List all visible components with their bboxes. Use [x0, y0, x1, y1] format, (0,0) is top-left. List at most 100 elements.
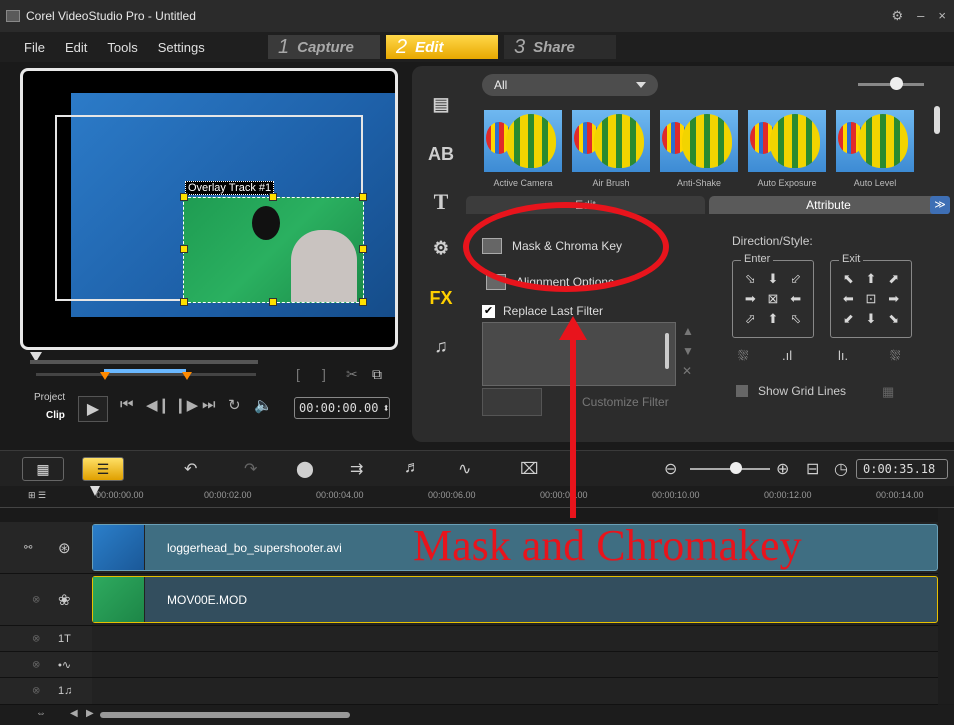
- redo-icon[interactable]: ↷: [244, 459, 257, 479]
- show-grid-lines-checkbox[interactable]: Show Grid Lines: [736, 384, 846, 398]
- zoom-out-icon[interactable]: ⊖: [664, 459, 677, 479]
- tab-attribute[interactable]: Attribute: [709, 196, 948, 214]
- lock-icon[interactable]: ⊗: [32, 594, 40, 605]
- overlay-clip[interactable]: MOV00E.MOD: [92, 576, 938, 623]
- filter-preset-dropdown[interactable]: [482, 388, 542, 416]
- arrow-icon[interactable]: ⬂: [739, 271, 762, 287]
- step-edit[interactable]: 2 Edit: [386, 35, 498, 59]
- step-capture[interactable]: 1 Capture: [268, 35, 380, 59]
- audio-waveform-icon[interactable]: ∿: [458, 459, 471, 479]
- arrow-icon[interactable]: ➡: [882, 291, 905, 307]
- no-motion-icon[interactable]: ⊡: [860, 291, 883, 307]
- undo-icon[interactable]: ↶: [184, 459, 197, 479]
- music-track-header[interactable]: ⊗ 1♫: [0, 678, 92, 705]
- volume-icon[interactable]: 🔈: [254, 396, 273, 414]
- preview-scrub-bar[interactable]: [30, 360, 258, 364]
- spin-arrows-icon[interactable]: ⬍: [382, 401, 389, 415]
- timeline-vertical-scrollbar[interactable]: [938, 508, 954, 704]
- resize-handle[interactable]: [269, 298, 277, 306]
- filter-thumbnail[interactable]: [748, 110, 826, 172]
- filter-list-scrollbar[interactable]: [665, 333, 669, 369]
- video-track-header[interactable]: ⚯ ⊛: [0, 522, 92, 574]
- grid-settings-icon[interactable]: ▦: [882, 384, 894, 400]
- filter-thumbnail[interactable]: [836, 110, 914, 172]
- repeat-icon[interactable]: ↻: [228, 396, 241, 414]
- library-scrollbar[interactable]: [934, 106, 940, 134]
- resize-handle[interactable]: [359, 298, 367, 306]
- overlay-track-header[interactable]: ⊗ ❀: [0, 574, 92, 626]
- mark-out-icon[interactable]: ]: [322, 366, 326, 382]
- fit-project-icon[interactable]: ⊟: [806, 459, 819, 479]
- resize-handle[interactable]: [180, 298, 188, 306]
- menu-edit[interactable]: Edit: [65, 40, 87, 55]
- thumbnail-size-knob[interactable]: [890, 77, 903, 90]
- zoom-to-fit-icon[interactable]: ⇔: [36, 708, 46, 719]
- filter-thumbnail[interactable]: [660, 110, 738, 172]
- zoom-in-icon[interactable]: ⊕: [776, 459, 789, 479]
- preview-timecode[interactable]: 00:00:00.00 ⬍: [294, 397, 390, 419]
- play-button[interactable]: ▶: [78, 396, 108, 422]
- arrow-icon[interactable]: ⬀: [739, 311, 762, 327]
- scroll-left-icon[interactable]: ◀: [70, 708, 78, 719]
- timeline-playhead[interactable]: [90, 486, 100, 498]
- remove-filter-icon[interactable]: ✕: [682, 364, 692, 378]
- music-track[interactable]: [92, 678, 938, 705]
- volume-ramp-down-icon[interactable]: lı.: [838, 348, 848, 363]
- arrow-icon[interactable]: ⬅: [837, 291, 860, 307]
- volume-ramp-up-icon[interactable]: .ıl: [782, 348, 792, 363]
- mark-in-icon[interactable]: [: [296, 366, 300, 382]
- resize-handle[interactable]: [180, 193, 188, 201]
- filter-thumbnail[interactable]: [484, 110, 562, 172]
- timeline-horizontal-scrollbar[interactable]: [100, 712, 350, 718]
- transition-icon[interactable]: AB: [428, 142, 454, 166]
- step-share[interactable]: 3 Share: [504, 35, 616, 59]
- lock-icon[interactable]: ⊗: [32, 686, 40, 697]
- arrow-icon[interactable]: ⬊: [882, 311, 905, 327]
- title-track[interactable]: [92, 626, 938, 652]
- track-manager-icon[interactable]: ⊞ ☰: [28, 490, 46, 501]
- auto-music-icon[interactable]: ♬: [404, 459, 420, 477]
- arrow-icon[interactable]: ⬃: [784, 271, 807, 287]
- mark-in-handle[interactable]: [100, 372, 110, 380]
- ripple-edit-icon[interactable]: ⚯: [24, 542, 32, 553]
- no-motion-icon[interactable]: ⊠: [762, 291, 785, 307]
- library-category-dropdown[interactable]: All: [482, 74, 658, 96]
- move-up-icon[interactable]: ▲: [682, 324, 694, 338]
- menu-settings[interactable]: Settings: [158, 40, 205, 55]
- motion-track-icon[interactable]: ⌧: [520, 459, 538, 479]
- customize-filter-button[interactable]: Customize Filter: [582, 395, 669, 409]
- project-mode-label[interactable]: Project: [34, 392, 65, 403]
- arrow-icon[interactable]: ⬁: [784, 311, 807, 327]
- media-library-icon[interactable]: ▤: [428, 92, 454, 116]
- voice-track-header[interactable]: ⊗ •∿: [0, 652, 92, 678]
- arrow-icon[interactable]: ⬉: [837, 271, 860, 287]
- overlay-clip-preview[interactable]: [183, 197, 364, 303]
- settings-icon[interactable]: ⚙: [892, 8, 904, 24]
- arrow-icon[interactable]: ➡: [739, 291, 762, 307]
- arrow-icon[interactable]: ⬆: [860, 271, 883, 287]
- record-capture-icon[interactable]: ⬤: [296, 459, 314, 479]
- arrow-icon[interactable]: ⬆: [762, 311, 785, 327]
- fade-out-icon[interactable]: ⛆: [890, 348, 900, 364]
- resize-handle[interactable]: [269, 193, 277, 201]
- sound-mixer-icon[interactable]: ⇉: [350, 459, 363, 479]
- arrow-icon[interactable]: ⬈: [882, 271, 905, 287]
- minimize-button[interactable]: –: [917, 8, 924, 24]
- scroll-right-icon[interactable]: ▶: [86, 708, 94, 719]
- trim-bar[interactable]: [36, 373, 256, 376]
- resize-handle[interactable]: [359, 245, 367, 253]
- mark-out-handle[interactable]: [182, 372, 192, 380]
- previous-frame-icon[interactable]: ◀❙: [146, 396, 170, 414]
- timeline-view-button[interactable]: ☰: [82, 457, 124, 481]
- end-icon[interactable]: ⏭: [202, 396, 216, 413]
- fade-in-icon[interactable]: ⛆: [738, 348, 748, 364]
- timeline-zoom-knob[interactable]: [730, 462, 742, 474]
- title-track-header[interactable]: ⊗ 1T: [0, 626, 92, 652]
- next-frame-icon[interactable]: ❙▶: [174, 396, 198, 414]
- preview-window[interactable]: Overlay Track #1: [20, 68, 398, 350]
- project-duration[interactable]: 0:00:35.18: [856, 459, 948, 479]
- clip-mode-label[interactable]: Clip: [46, 410, 65, 421]
- move-down-icon[interactable]: ▼: [682, 344, 694, 358]
- title-icon[interactable]: T: [428, 189, 454, 214]
- scissors-icon[interactable]: ✂: [346, 366, 358, 383]
